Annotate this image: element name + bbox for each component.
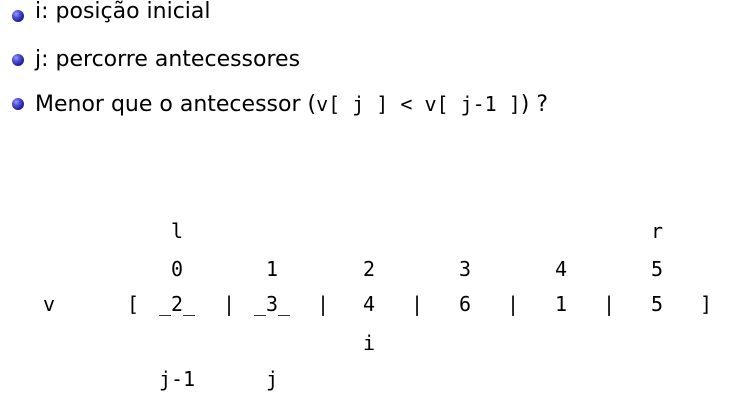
array-open-bracket: [	[126, 292, 140, 316]
array-cell-value: 1	[554, 292, 568, 316]
index-label: 2	[362, 257, 376, 281]
bullet-suffix: ) ?	[520, 92, 549, 117]
index-label: 0	[170, 257, 184, 281]
pointer-l-label: l	[170, 219, 184, 243]
index-label: 4	[554, 257, 568, 281]
bullet-ball-icon	[12, 98, 24, 110]
pointer-r-label: r	[650, 219, 664, 243]
array-separator: |	[222, 292, 236, 316]
array-separator: |	[316, 292, 330, 316]
bullet-ball-icon	[12, 10, 24, 22]
slide: i: posição inicial j: percorre antecesso…	[0, 0, 731, 402]
array-close-bracket: ]	[699, 292, 713, 316]
bullet-item: i: posição inicial	[0, 0, 731, 32]
pointer-j-minus-1-label: j-1	[158, 367, 196, 391]
array-cell-value: 6	[458, 292, 472, 316]
code-expression: v[ j ] < v[ j-1 ]	[316, 92, 521, 116]
index-label: 1	[265, 257, 279, 281]
bullet-prefix: Menor que o antecessor (	[35, 92, 317, 117]
bullet-item: j: percorre antecessores	[0, 44, 731, 76]
index-label: 3	[458, 257, 472, 281]
bullet-text: i: posição inicial	[35, 0, 211, 24]
array-name: v	[42, 292, 56, 316]
pointer-i-label: i	[362, 331, 376, 355]
array-cell-value: 4	[362, 292, 376, 316]
bullet-text: Menor que o antecessor (v[ j ] < v[ j-1 …	[35, 88, 548, 121]
array-separator: |	[410, 292, 424, 316]
pointer-j-label: j	[265, 367, 279, 391]
array-separator: |	[602, 292, 616, 316]
array-cell-value: _2_	[158, 292, 196, 316]
index-label: 5	[650, 257, 664, 281]
bullet-ball-icon	[12, 54, 24, 66]
array-separator: |	[506, 292, 520, 316]
bullet-item: Menor que o antecessor (v[ j ] < v[ j-1 …	[0, 88, 731, 120]
array-cell-value: 5	[650, 292, 664, 316]
array-cell-value: _3_	[253, 292, 291, 316]
bullet-text: j: percorre antecessores	[35, 47, 301, 72]
